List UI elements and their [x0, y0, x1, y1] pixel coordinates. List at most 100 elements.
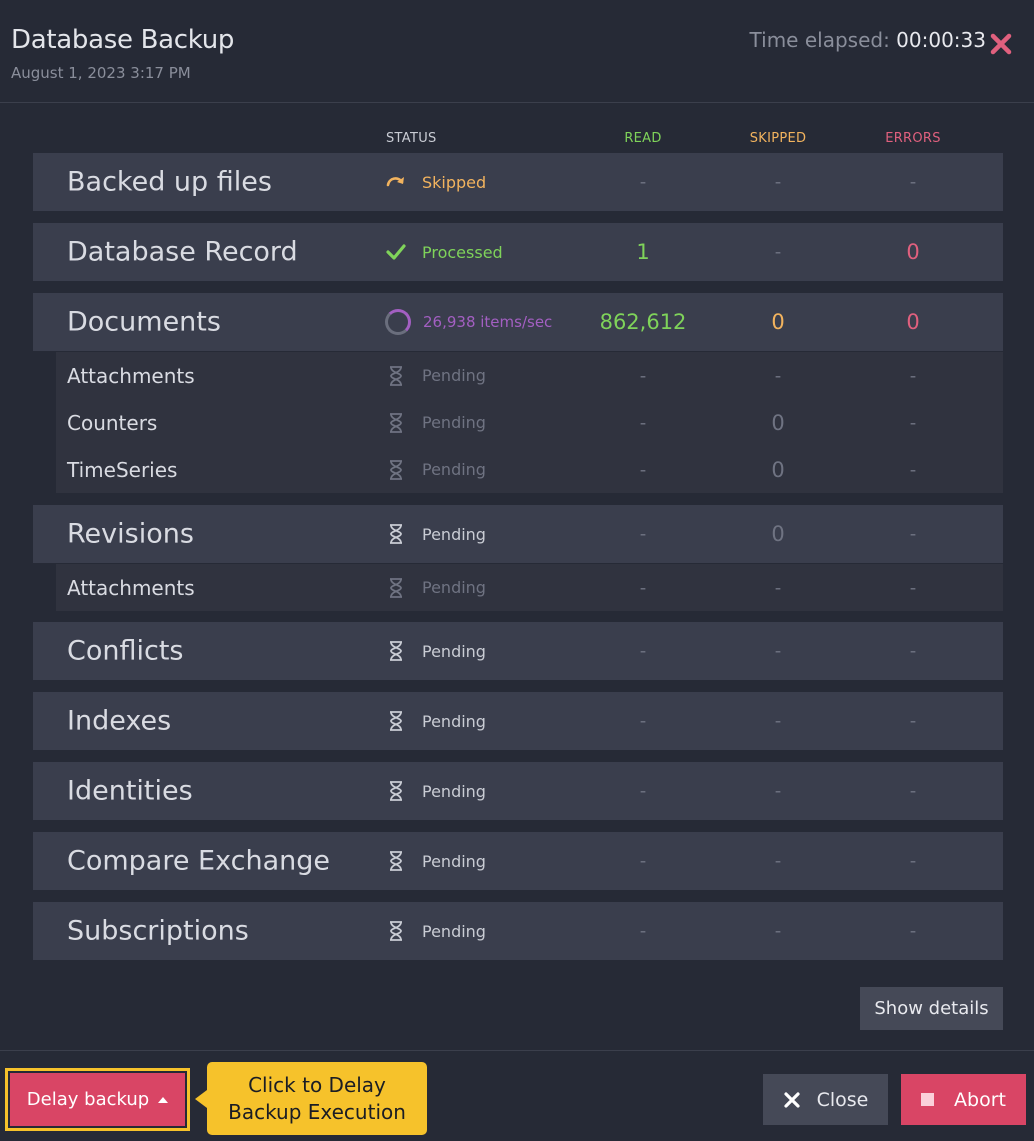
time-elapsed: Time elapsed: 00:00:33 [750, 28, 986, 52]
close-icon[interactable] [988, 30, 1014, 56]
table-row: Attachments Pending - - - [56, 564, 1003, 611]
column-status: STATUS [386, 131, 437, 146]
time-elapsed-label: Time elapsed: [749, 28, 890, 52]
stop-icon [921, 1093, 935, 1106]
skipped-value: - [774, 241, 782, 263]
callout-line-2: Backup Execution [228, 1099, 406, 1124]
check-icon [385, 241, 407, 263]
skipped-value: - [774, 920, 782, 942]
skipped-value: 0 [771, 457, 785, 482]
read-value: - [639, 365, 647, 386]
row-name: Identities [67, 775, 193, 807]
read-value: 1 [636, 240, 650, 264]
status-text: Processed [422, 242, 503, 262]
delay-backup-label: Delay backup [26, 1089, 150, 1110]
hourglass-icon [385, 640, 407, 662]
status-text: Skipped [422, 172, 487, 192]
read-value: - [639, 171, 647, 193]
hourglass-icon [385, 710, 407, 732]
errors-value: - [909, 523, 917, 545]
dialog-header: Database Backup August 1, 2023 3:17 PM T… [0, 0, 1034, 103]
row-status: Pending [385, 920, 486, 942]
callout-line-1: Click to Delay [248, 1072, 386, 1097]
skipped-value: - [774, 780, 782, 802]
hourglass-icon [385, 412, 407, 434]
row-status: Pending [385, 523, 486, 545]
errors-value: - [909, 412, 917, 433]
status-text: Pending [422, 711, 486, 731]
redo-arrow-icon [385, 171, 407, 193]
row-name: Revisions [67, 518, 194, 550]
time-elapsed-value: 00:00:33 [896, 28, 986, 52]
row-status: Pending [385, 459, 486, 481]
row-name: Backed up files [67, 166, 272, 198]
backup-date: August 1, 2023 3:17 PM [11, 64, 191, 82]
read-value: - [639, 640, 647, 662]
delay-backup-highlight: Delay backup [5, 1068, 190, 1131]
hourglass-icon [385, 523, 407, 545]
skipped-value: 0 [771, 522, 785, 546]
dialog-title: Database Backup [11, 25, 235, 55]
row-name: Counters [67, 410, 158, 435]
row-name: Indexes [67, 705, 172, 737]
read-value: - [639, 459, 647, 480]
row-name: Attachments [67, 575, 195, 600]
footer-divider [0, 1050, 1034, 1051]
read-value: - [639, 412, 647, 433]
hourglass-icon [385, 459, 407, 481]
errors-value: - [909, 920, 917, 942]
errors-value: - [909, 640, 917, 662]
row-name: Conflicts [67, 635, 184, 667]
table-row: Conflicts Pending - - - [33, 622, 1003, 680]
errors-value: - [909, 780, 917, 802]
errors-value: - [909, 365, 917, 386]
row-name: Compare Exchange [67, 845, 330, 877]
row-name: TimeSeries [67, 457, 178, 482]
table-row: Subscriptions Pending - - - [33, 902, 1003, 960]
skipped-value: - [774, 640, 782, 662]
abort-label: Abort [954, 1088, 1006, 1111]
table-row: Identities Pending - - - [33, 762, 1003, 820]
show-details-button[interactable]: Show details [860, 987, 1003, 1030]
errors-value: - [909, 459, 917, 480]
errors-value: - [909, 577, 917, 598]
column-errors: ERRORS [885, 131, 941, 146]
skipped-value: - [774, 577, 782, 598]
table-row: Attachments Pending - - - [56, 352, 1003, 399]
status-text: Pending [422, 921, 486, 941]
row-status: Pending [385, 710, 486, 732]
delay-backup-button[interactable]: Delay backup [10, 1073, 185, 1126]
status-text: Pending [422, 578, 486, 597]
table-row: Compare Exchange Pending - - - [33, 832, 1003, 890]
read-value: - [639, 850, 647, 872]
read-value: - [639, 780, 647, 802]
row-name: Attachments [67, 363, 195, 388]
table-row: Counters Pending - 0 - [56, 399, 1003, 446]
table-row: Indexes Pending - - - [33, 692, 1003, 750]
row-name: Database Record [67, 236, 298, 268]
skipped-value: - [774, 365, 782, 386]
errors-value: 0 [906, 240, 920, 264]
row-status: Skipped [385, 171, 486, 193]
row-status: Pending [385, 780, 486, 802]
read-value: - [639, 577, 647, 598]
row-status: Pending [385, 640, 486, 662]
row-status: 26,938 items/sec [385, 309, 552, 335]
row-status: Processed [385, 241, 503, 263]
status-text: Pending [422, 851, 486, 871]
read-value: - [639, 920, 647, 942]
hourglass-icon [385, 850, 407, 872]
errors-value: - [909, 850, 917, 872]
hourglass-icon [385, 780, 407, 802]
table-row: TimeSeries Pending - 0 - [56, 446, 1003, 493]
row-name: Subscriptions [67, 915, 249, 947]
status-text: Pending [422, 460, 486, 479]
errors-value: - [909, 171, 917, 193]
row-status: Pending [385, 412, 486, 434]
hourglass-icon [385, 920, 407, 942]
abort-button[interactable]: Abort [901, 1074, 1026, 1125]
skipped-value: - [774, 710, 782, 732]
close-icon [784, 1091, 800, 1108]
status-text: Pending [422, 641, 486, 661]
close-button[interactable]: Close [763, 1074, 888, 1125]
